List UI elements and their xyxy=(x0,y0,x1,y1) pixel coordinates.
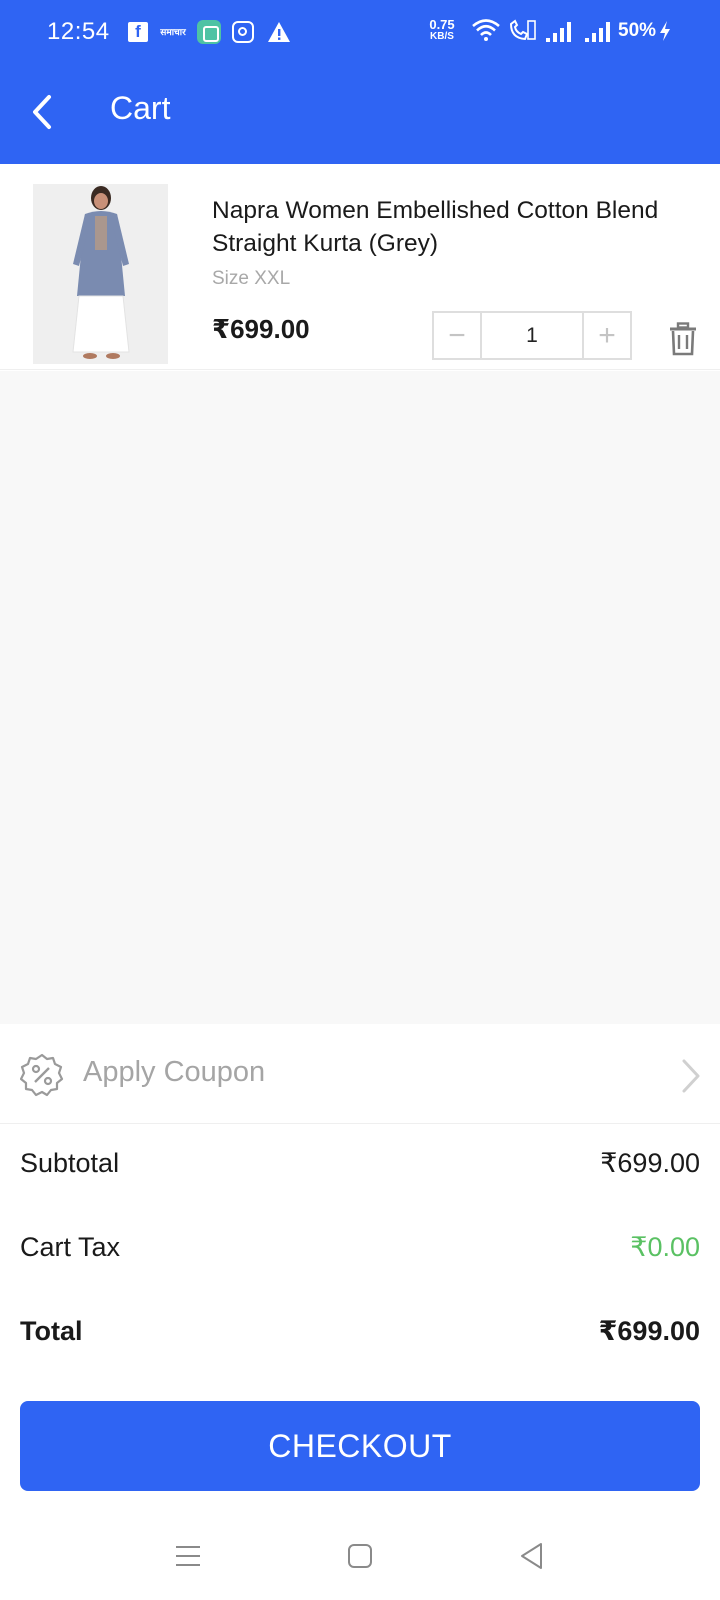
charging-icon xyxy=(660,21,671,41)
apply-coupon-label: Apply Coupon xyxy=(83,1056,266,1088)
app-header: 12:54 f समाचार 0.75 KB/S 50% Cart xyxy=(0,0,720,164)
cart-empty-area xyxy=(0,371,720,1024)
quantity-value[interactable]: 1 xyxy=(482,311,582,360)
recent-apps-icon[interactable] xyxy=(172,1540,204,1572)
network-speed: 0.75 KB/S xyxy=(425,18,459,42)
system-navigation-bar xyxy=(0,1510,720,1600)
cart-tax-label: Cart Tax xyxy=(20,1232,121,1262)
warning-icon xyxy=(267,20,291,44)
status-bar: 12:54 f समाचार 0.75 KB/S 50% xyxy=(0,0,720,64)
network-speed-value: 0.75 xyxy=(429,17,455,32)
subtotal-value: ₹699.00 xyxy=(600,1148,700,1178)
subtotal-row: Subtotal ₹699.00 xyxy=(20,1148,700,1179)
back-arrow-icon xyxy=(33,95,51,129)
instagram-notification-icon xyxy=(232,21,254,43)
page-title: Cart xyxy=(110,90,171,126)
product-image[interactable] xyxy=(33,184,168,364)
minus-icon: − xyxy=(448,318,466,352)
total-row: Total ₹699.00 xyxy=(20,1316,700,1347)
total-value: ₹699.00 xyxy=(598,1316,700,1346)
status-time: 12:54 xyxy=(47,18,110,45)
wifi-calling-icon xyxy=(508,18,536,42)
decrease-quantity-button[interactable]: − xyxy=(432,311,482,360)
coupon-badge-icon xyxy=(20,1053,64,1097)
quantity-stepper: − 1 + xyxy=(432,311,632,360)
chevron-right-icon xyxy=(682,1059,700,1093)
network-speed-unit: KB/S xyxy=(430,31,454,42)
signal-strength-sim1-icon xyxy=(545,20,573,44)
signal-strength-sim2-icon xyxy=(584,20,612,44)
wifi-icon xyxy=(470,18,502,42)
cart-tax-row: Cart Tax ₹0.00 xyxy=(20,1232,700,1263)
trash-icon xyxy=(670,322,696,356)
battery-indicator: 50% xyxy=(618,19,678,43)
subtotal-label: Subtotal xyxy=(20,1148,120,1178)
cart-tax-value: ₹0.00 xyxy=(630,1232,700,1262)
app-notification-icon xyxy=(197,20,221,44)
apply-coupon-row[interactable]: Apply Coupon xyxy=(0,1024,720,1124)
product-size: Size XXL xyxy=(212,268,291,289)
back-button[interactable] xyxy=(24,90,60,134)
checkout-button[interactable]: CHECKOUT xyxy=(20,1401,700,1491)
system-back-icon[interactable] xyxy=(516,1540,548,1572)
home-icon[interactable] xyxy=(344,1540,376,1572)
increase-quantity-button[interactable]: + xyxy=(582,311,632,360)
cart-item: Napra Women Embellished Cotton Blend Str… xyxy=(0,164,720,370)
product-price: ₹699.00 xyxy=(212,314,310,344)
news-app-notification-icon: समाचार xyxy=(160,27,186,37)
product-name[interactable]: Napra Women Embellished Cotton Blend Str… xyxy=(212,194,682,260)
battery-percent: 50% xyxy=(618,20,657,41)
remove-item-button[interactable] xyxy=(668,322,698,356)
facebook-notification-icon: f xyxy=(128,22,148,42)
total-label: Total xyxy=(20,1316,83,1346)
plus-icon: + xyxy=(598,318,616,352)
